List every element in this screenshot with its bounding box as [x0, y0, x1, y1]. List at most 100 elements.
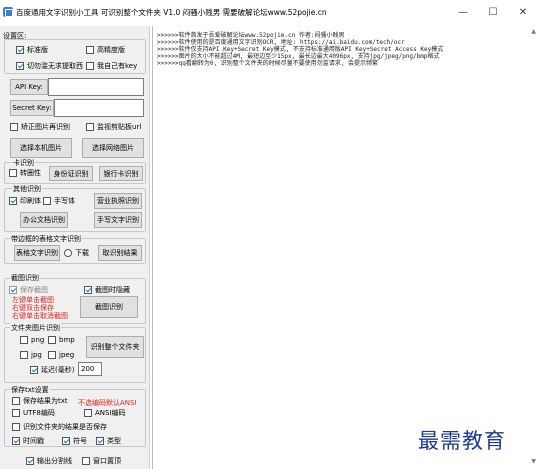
jpeg-checkbox[interactable]: jpeg [48, 350, 74, 360]
png-label: png [31, 336, 45, 344]
save-txt-checkbox[interactable]: 保存结果为txt [12, 396, 68, 406]
checkbox-icon [16, 62, 24, 70]
secret-key-input[interactable] [54, 99, 144, 117]
high-precision-label: 高精度版 [97, 46, 125, 54]
screenshot-recognize-button[interactable]: 截图识别 [80, 296, 138, 318]
ansi-label: ANSI编码 [95, 409, 126, 417]
checkbox-icon [96, 437, 104, 445]
checkbox-icon [82, 457, 90, 465]
screenshot-hint-3: 右键单击取消截图 [12, 312, 68, 320]
checkbox-icon [20, 336, 28, 344]
delay-input[interactable]: 200 [78, 362, 102, 376]
select-network-image-button[interactable]: 选择网络图片 [82, 138, 144, 158]
fetch-result-button[interactable]: 取识别结果 [98, 245, 142, 261]
bmp-label: bmp [59, 336, 75, 344]
topmost-label: 窗口置顶 [93, 457, 121, 465]
folder-title: 文件夹图片识别 [10, 323, 61, 333]
checkbox-icon [12, 423, 20, 431]
checkbox-icon [48, 336, 56, 344]
secret-key-label: Secret Key: [10, 100, 54, 116]
correct-image-checkbox[interactable]: 矫正图片再识别 [10, 122, 70, 132]
jpeg-label: jpeg [59, 351, 75, 359]
checkbox-icon [9, 169, 17, 177]
correct-image-label: 矫正图片再识别 [21, 123, 70, 131]
checkbox-icon [84, 286, 92, 294]
checkbox-icon [12, 409, 20, 417]
symbol-checkbox[interactable]: 符号 [62, 436, 87, 446]
ansi-checkbox[interactable]: ANSI编码 [84, 408, 126, 418]
save-screenshot-checkbox[interactable]: 保存截图 [9, 285, 48, 295]
log-line: >>>>>>qq看翻转为0, 识别整个文件夹的时候尽量不要使用勿滥请求, 会提示… [157, 60, 378, 67]
high-precision-checkbox[interactable]: 高精度版 [86, 45, 125, 55]
handwrite-checkbox[interactable]: 手写体 [43, 196, 75, 206]
checkbox-icon [10, 123, 18, 131]
minimize-button[interactable]: — [448, 0, 478, 26]
checkbox-icon [16, 46, 24, 54]
plain-card-checkbox[interactable]: 转圈性 [9, 168, 41, 178]
hide-screenshot-label: 截图时隐藏 [95, 286, 130, 294]
shortcut-label: 切勿滥无求提取西 [27, 62, 83, 70]
print-label: 印刷体 [20, 197, 41, 205]
shortcut-checkbox[interactable]: 切勿滥无求提取西 [16, 61, 83, 71]
id-card-button[interactable]: 身份证识别 [49, 166, 93, 181]
scroll-up-icon[interactable]: ▲ [531, 28, 536, 35]
jpg-label: jpg [31, 351, 42, 359]
delay-label: 延迟(毫秒) [41, 366, 75, 374]
card-recognition-title: 卡识别 [12, 158, 35, 168]
scroll-down-icon[interactable]: ▼ [531, 458, 536, 465]
type-checkbox[interactable]: 类型 [96, 436, 121, 446]
maximize-button[interactable]: ☐ [478, 0, 508, 26]
timestamp-label: 时间戳 [23, 437, 44, 445]
select-local-image-button[interactable]: 选择本机图片 [10, 138, 72, 158]
standard-checkbox[interactable]: 标准版 [16, 45, 48, 55]
png-checkbox[interactable]: png [20, 335, 44, 345]
plain-card-label: 转圈性 [20, 169, 41, 177]
close-button[interactable]: ✕ [508, 0, 538, 26]
screenshot-title: 截图识别 [10, 273, 40, 283]
save-folder-result-label: 识别文件夹的结果是否保存 [23, 423, 107, 431]
checkbox-icon [84, 409, 92, 417]
bmp-checkbox[interactable]: bmp [48, 335, 75, 345]
timestamp-checkbox[interactable]: 时间戳 [12, 436, 44, 446]
own-key-checkbox[interactable]: 我自己有key [86, 61, 137, 71]
checkbox-icon [86, 62, 94, 70]
table-recognition-title: 带边框的表格文字识别 [10, 234, 82, 244]
api-key-input[interactable] [48, 78, 144, 96]
checkbox-icon [12, 437, 20, 445]
monitor-clipboard-label: 监视剪贴板url [97, 123, 142, 131]
business-license-button[interactable]: 营业执照识别 [94, 193, 142, 209]
output-divider-checkbox[interactable]: 输出分割线 [26, 456, 72, 466]
type-label: 类型 [107, 437, 121, 445]
print-checkbox[interactable]: 印刷体 [9, 196, 41, 206]
checkbox-icon [86, 123, 94, 131]
recognize-folder-button[interactable]: 识别整个文件夹 [86, 336, 144, 358]
download-radio[interactable]: 下载 [64, 248, 89, 258]
checkbox-icon [9, 286, 17, 294]
api-key-label: API Key: [10, 79, 48, 95]
checkbox-icon [43, 197, 51, 205]
watermark-text: 最需教育 [418, 429, 506, 453]
handwrite-label: 手写体 [54, 197, 75, 205]
handwriting-button[interactable]: 手写文字识别 [94, 212, 142, 228]
standard-label: 标准版 [27, 46, 48, 54]
download-label: 下载 [75, 249, 89, 257]
save-screenshot-label: 保存截图 [20, 286, 48, 294]
bank-card-button[interactable]: 银行卡识别 [99, 166, 143, 181]
save-folder-result-checkbox[interactable]: 识别文件夹的结果是否保存 [12, 422, 107, 432]
checkbox-icon [12, 397, 20, 405]
hide-screenshot-checkbox[interactable]: 截图时隐藏 [84, 285, 130, 295]
title-bar: 百度通用文字识别小工具 可识别整个文件夹 V1.0 闷骚小贱男 需要破解论坛ww… [0, 0, 538, 26]
jpg-checkbox[interactable]: jpg [20, 350, 42, 360]
checkbox-icon [30, 366, 38, 374]
table-recognize-button[interactable]: 表格文字识别 [14, 245, 60, 261]
delay-checkbox[interactable]: 延迟(毫秒) [30, 365, 74, 375]
utf8-checkbox[interactable]: UTF8编码 [12, 408, 55, 418]
output-textarea[interactable]: >>>>>>软件首发于吾爱破解论坛www.52pojie.cn 作者:闷骚小贱男… [152, 26, 538, 469]
topmost-checkbox[interactable]: 窗口置顶 [82, 456, 121, 466]
checkbox-icon [48, 351, 56, 359]
monitor-clipboard-checkbox[interactable]: 监视剪贴板url [86, 122, 141, 132]
save-txt-label: 保存结果为txt [23, 397, 68, 405]
checkbox-icon [86, 46, 94, 54]
office-doc-button[interactable]: 办公文档识别 [20, 212, 68, 228]
output-divider-label: 输出分割线 [37, 457, 72, 465]
